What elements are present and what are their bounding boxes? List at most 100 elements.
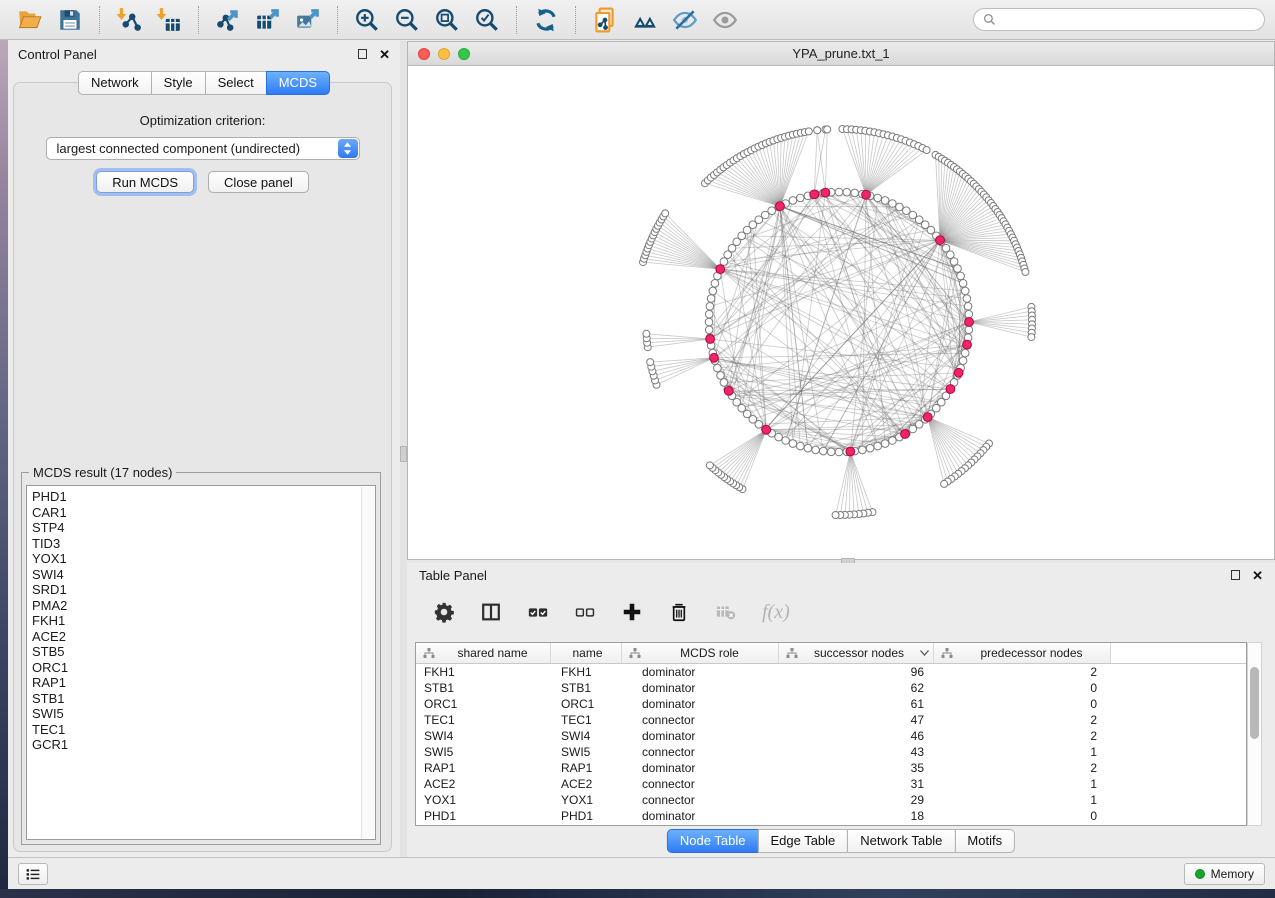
table-cell[interactable]: 43 [779, 745, 934, 759]
table-scrollbar-thumb[interactable] [1250, 667, 1259, 739]
node-table[interactable]: shared namenameMCDS rolesuccessor nodesp… [415, 642, 1247, 826]
task-history-button[interactable] [18, 863, 48, 885]
memory-button[interactable]: Memory [1184, 863, 1265, 885]
network-node[interactable] [941, 480, 948, 487]
network-node[interactable] [874, 194, 882, 202]
splitter-grip[interactable] [400, 446, 407, 462]
network-node[interactable] [859, 446, 867, 454]
column-header-shared-name[interactable]: shared name [416, 643, 551, 663]
table-row[interactable]: PHD1PHD1dominator180 [416, 808, 1246, 824]
mcds-result-item[interactable]: SWI4 [32, 567, 375, 583]
network-node[interactable] [889, 200, 897, 208]
network-node[interactable] [959, 357, 967, 365]
save-session-icon[interactable] [55, 5, 85, 35]
network-node[interactable] [965, 310, 973, 318]
network-node[interactable] [720, 379, 728, 387]
mcds-hub-node[interactable] [716, 265, 725, 274]
float-panel-icon[interactable] [358, 49, 367, 59]
network-node[interactable] [720, 258, 728, 266]
mcds-result-item[interactable]: TEC1 [32, 722, 375, 738]
table-row[interactable]: ORC1ORC1dominator610 [416, 696, 1246, 712]
table-cell[interactable]: FKH1 [551, 665, 622, 679]
mcds-result-item[interactable]: ORC1 [32, 660, 375, 676]
mcds-result-item[interactable]: STB1 [32, 691, 375, 707]
table-cell[interactable]: connector [622, 745, 779, 759]
network-node[interactable] [963, 295, 971, 303]
mcds-hub-node[interactable] [762, 425, 771, 434]
network-node[interactable] [775, 433, 783, 441]
table-cell[interactable]: connector [622, 713, 779, 727]
column-header-successor-nodes[interactable]: successor nodes [779, 643, 934, 663]
network-node[interactable] [1028, 334, 1035, 341]
network-node[interactable] [961, 287, 969, 295]
network-node[interactable] [643, 330, 650, 337]
table-cell[interactable]: 2 [934, 729, 1111, 743]
mcds-result-item[interactable]: SWI5 [32, 706, 375, 722]
close-panel-icon[interactable]: ✕ [379, 48, 390, 61]
column-header-predecessor-nodes[interactable]: predecessor nodes [934, 643, 1111, 663]
mcds-hub-node[interactable] [810, 190, 819, 199]
network-node[interactable] [835, 188, 843, 196]
select-all-columns-icon[interactable] [527, 601, 549, 623]
network-node[interactable] [768, 207, 776, 215]
network-node[interactable] [954, 265, 962, 273]
table-cell[interactable]: 1 [934, 793, 1111, 807]
network-node[interactable] [711, 280, 719, 288]
mcds-result-item[interactable]: STP4 [32, 520, 375, 536]
table-cell[interactable]: 2 [934, 761, 1111, 775]
export-table-icon[interactable] [253, 5, 283, 35]
table-cell[interactable]: dominator [622, 697, 779, 711]
table-cell[interactable]: 2 [934, 713, 1111, 727]
network-node[interactable] [797, 442, 805, 450]
mcds-hub-node[interactable] [706, 335, 715, 344]
table-cell[interactable]: SWI5 [416, 745, 551, 759]
network-node[interactable] [866, 444, 874, 452]
result-scrollbar-track[interactable] [361, 487, 374, 838]
network-node[interactable] [874, 442, 882, 450]
mcds-result-list[interactable]: PHD1CAR1STP4TID3YOX1SWI4SRD1PMA2FKH1ACE2… [26, 485, 376, 840]
tab-edge-table[interactable]: Edge Table [757, 829, 848, 853]
network-node[interactable] [881, 440, 889, 448]
column-header-name[interactable]: name [551, 643, 622, 663]
mcds-hub-node[interactable] [724, 387, 733, 396]
vertical-splitter[interactable] [400, 41, 407, 857]
table-row[interactable]: RAP1RAP1dominator352 [416, 760, 1246, 776]
window-close-light[interactable] [418, 48, 430, 60]
show-column-panel-icon[interactable] [480, 601, 502, 623]
table-cell[interactable]: 0 [934, 681, 1111, 695]
table-cell[interactable]: dominator [622, 809, 779, 823]
network-node[interactable] [662, 210, 669, 217]
mcds-hub-node[interactable] [946, 385, 955, 394]
table-settings-gear-icon[interactable] [433, 601, 455, 623]
network-node[interactable] [832, 512, 839, 519]
tab-network[interactable]: Network [78, 71, 152, 95]
zoom-in-icon[interactable] [352, 5, 382, 35]
mcds-result-item[interactable]: PMA2 [32, 598, 375, 614]
mcds-result-item[interactable]: STB5 [32, 644, 375, 660]
table-cell[interactable]: connector [622, 777, 779, 791]
network-node[interactable] [705, 310, 713, 318]
add-column-icon[interactable] [621, 601, 643, 623]
close-panel-button[interactable]: Close panel [208, 171, 309, 193]
network-node[interactable] [835, 448, 843, 456]
mcds-result-item[interactable]: TID3 [32, 536, 375, 552]
tab-style[interactable]: Style [151, 71, 206, 95]
table-cell[interactable]: SWI5 [551, 745, 622, 759]
table-cell[interactable]: 1 [934, 745, 1111, 759]
table-cell[interactable]: 46 [779, 729, 934, 743]
run-mcds-button[interactable]: Run MCDS [96, 171, 194, 193]
table-cell[interactable]: 62 [779, 681, 934, 695]
network-node[interactable] [705, 318, 713, 326]
network-node[interactable] [824, 126, 831, 133]
network-node[interactable] [965, 326, 973, 334]
table-cell[interactable]: RAP1 [416, 761, 551, 775]
table-cell[interactable]: PHD1 [416, 809, 551, 823]
tab-select[interactable]: Select [205, 71, 267, 95]
mcds-hub-node[interactable] [963, 340, 972, 349]
mcds-hub-node[interactable] [710, 353, 719, 362]
mcds-result-item[interactable]: PHD1 [32, 489, 375, 505]
table-cell[interactable]: 0 [934, 697, 1111, 711]
tab-mcds[interactable]: MCDS [266, 71, 330, 95]
mcds-hub-node[interactable] [862, 190, 871, 199]
column-header-MCDS-role[interactable]: MCDS role [622, 643, 779, 663]
